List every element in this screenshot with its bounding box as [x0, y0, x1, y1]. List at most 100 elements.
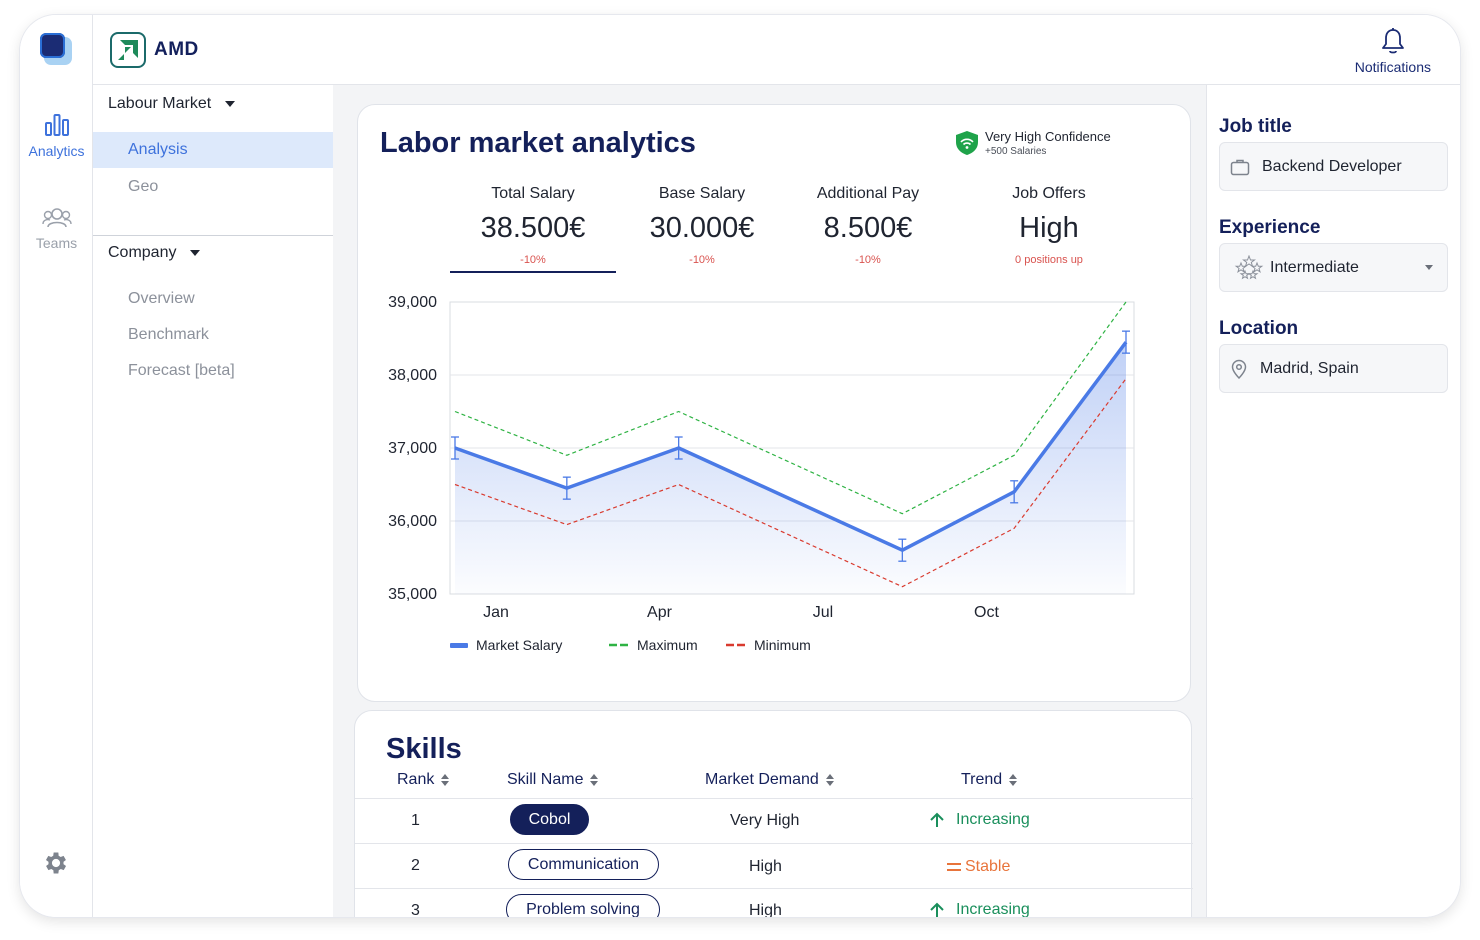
- kpi-label: Base Salary: [658, 185, 746, 202]
- rail-item-analytics[interactable]: Analytics: [20, 113, 93, 159]
- location-field[interactable]: Madrid, Spain: [1219, 344, 1448, 393]
- app-window: Analytics Teams AMD Notifications Labour…: [20, 15, 1460, 917]
- nav-item-analysis[interactable]: Analysis: [93, 132, 333, 168]
- app-logo-icon[interactable]: [40, 33, 72, 65]
- rank-cell: 2: [411, 857, 420, 874]
- sort-icon: [590, 774, 599, 786]
- confidence-label: Very High Confidence: [985, 129, 1111, 144]
- x-tick-label: Oct: [974, 604, 999, 621]
- kpi-total-salary[interactable]: Total Salary 38.500€ -10%: [450, 185, 616, 266]
- x-tick-label: Apr: [647, 604, 673, 621]
- brand[interactable]: AMD: [110, 32, 199, 68]
- column-header-rank[interactable]: Rank: [397, 771, 450, 789]
- users-icon: [41, 208, 72, 228]
- kpi-job-offers[interactable]: Job Offers High 0 positions up: [966, 185, 1132, 266]
- nav-group-label: Company: [108, 244, 177, 261]
- experience-select[interactable]: Intermediate: [1219, 243, 1448, 292]
- kpi-change: -10%: [689, 254, 715, 266]
- legend-market-salary[interactable]: Market Salary: [450, 637, 562, 653]
- location-value: Madrid, Spain: [1260, 359, 1359, 377]
- legend-swatch-dashed-icon: [726, 643, 746, 647]
- sort-icon: [1009, 774, 1018, 786]
- y-tick-label: 37,000: [388, 440, 437, 457]
- nav-divider: [93, 235, 333, 236]
- skills-title: Skills: [386, 733, 462, 765]
- legend-maximum[interactable]: Maximum: [609, 637, 698, 653]
- legend-label: Market Salary: [476, 637, 563, 653]
- map-pin-icon: [1231, 359, 1247, 379]
- column-header-label: Rank: [397, 771, 435, 788]
- kpi-change: -10%: [520, 254, 546, 266]
- trend-cell: Increasing: [928, 811, 1030, 829]
- legend-swatch-dashed-icon: [609, 643, 629, 647]
- salary-line-chart: 39,000 38,000 37,000 36,000 35,000 Jan Apr Jul…: [388, 294, 1135, 621]
- row-divider: [355, 843, 1193, 844]
- nav-group-label: Labour Market: [108, 95, 212, 112]
- market-salary-area: [455, 342, 1126, 594]
- nav-item-label: Analysis: [128, 141, 188, 158]
- nav-item-geo[interactable]: Geo: [128, 178, 158, 196]
- caret-down-icon: [190, 250, 201, 256]
- legend-label: Minimum: [754, 637, 811, 653]
- rail-item-label: Analytics: [28, 143, 85, 159]
- column-header-label: Skill Name: [507, 771, 584, 788]
- arrow-up-icon: [930, 812, 944, 827]
- kpi-label: Total Salary: [491, 185, 575, 202]
- trend-label: Increasing: [956, 811, 1030, 828]
- column-header-skill-name[interactable]: Skill Name: [507, 771, 599, 789]
- page-title: Labor market analytics: [380, 127, 696, 159]
- location-label: Location: [1219, 318, 1299, 339]
- x-tick-label: Jan: [483, 604, 509, 621]
- notifications-label: Notifications: [1354, 59, 1431, 75]
- analytics-card: Labor market analytics Very High Confide…: [357, 104, 1191, 702]
- row-divider: [355, 888, 1193, 889]
- kpi-change: -10%: [855, 254, 881, 266]
- nav-group-labour-market[interactable]: Labour Market: [108, 95, 236, 113]
- kpi-value: High: [1019, 212, 1079, 244]
- job-title-label: Job title: [1219, 116, 1292, 137]
- kpi-label: Additional Pay: [816, 185, 920, 202]
- kpi-value: 8.500€: [823, 212, 913, 244]
- trend-cell: Stable: [947, 858, 1010, 876]
- experience-value: Intermediate: [1270, 258, 1359, 276]
- job-title-value: Backend Developer: [1262, 157, 1402, 175]
- gear-icon[interactable]: [42, 849, 70, 877]
- amd-logo-icon: [110, 32, 146, 68]
- skill-pill[interactable]: Cobol: [510, 804, 589, 835]
- nav-item-overview[interactable]: Overview: [128, 290, 195, 308]
- kpi-label: Job Offers: [1012, 185, 1086, 202]
- rank-cell: 3: [411, 902, 420, 917]
- column-header-label: Trend: [961, 771, 1003, 788]
- column-header-market-demand[interactable]: Market Demand: [705, 771, 834, 789]
- rail-item-teams[interactable]: Teams: [20, 207, 93, 251]
- job-title-field[interactable]: Backend Developer: [1219, 142, 1448, 191]
- icon-rail: Analytics Teams: [20, 15, 93, 917]
- nav-group-company[interactable]: Company: [108, 244, 201, 262]
- stars-icon: [1234, 254, 1264, 279]
- rail-item-label: Teams: [35, 235, 78, 251]
- notifications-button[interactable]: Notifications: [1355, 27, 1431, 75]
- sort-icon: [825, 774, 834, 786]
- legend-minimum[interactable]: Minimum: [726, 637, 811, 653]
- y-tick-label: 36,000: [388, 513, 437, 530]
- sort-icon: [441, 774, 450, 786]
- kpi-value: 38.500€: [480, 212, 586, 244]
- demand-cell: High: [749, 858, 782, 875]
- kpi-additional-pay[interactable]: Additional Pay 8.500€ -10%: [785, 185, 951, 266]
- legend-label: Maximum: [637, 637, 698, 653]
- y-tick-label: 39,000: [388, 294, 437, 311]
- y-tick-label: 35,000: [388, 586, 437, 603]
- kpi-base-salary[interactable]: Base Salary 30.000€ -10%: [619, 185, 785, 266]
- brand-name: AMD: [154, 39, 199, 60]
- column-header-trend[interactable]: Trend: [961, 771, 1018, 789]
- confidence-badge: Very High Confidence +500 Salaries: [954, 129, 1111, 157]
- skill-pill[interactable]: Communication: [508, 849, 659, 880]
- rank-cell: 1: [411, 812, 420, 829]
- top-bar: AMD Notifications: [93, 15, 1460, 85]
- skill-pill[interactable]: Problem solving: [506, 894, 660, 917]
- nav-item-benchmark[interactable]: Benchmark: [128, 326, 209, 344]
- caret-down-icon: [225, 101, 236, 107]
- y-tick-label: 38,000: [388, 367, 437, 384]
- nav-item-forecast[interactable]: Forecast [beta]: [128, 362, 235, 380]
- secondary-nav: Labour Market Analysis Geo Company Overv…: [93, 85, 333, 917]
